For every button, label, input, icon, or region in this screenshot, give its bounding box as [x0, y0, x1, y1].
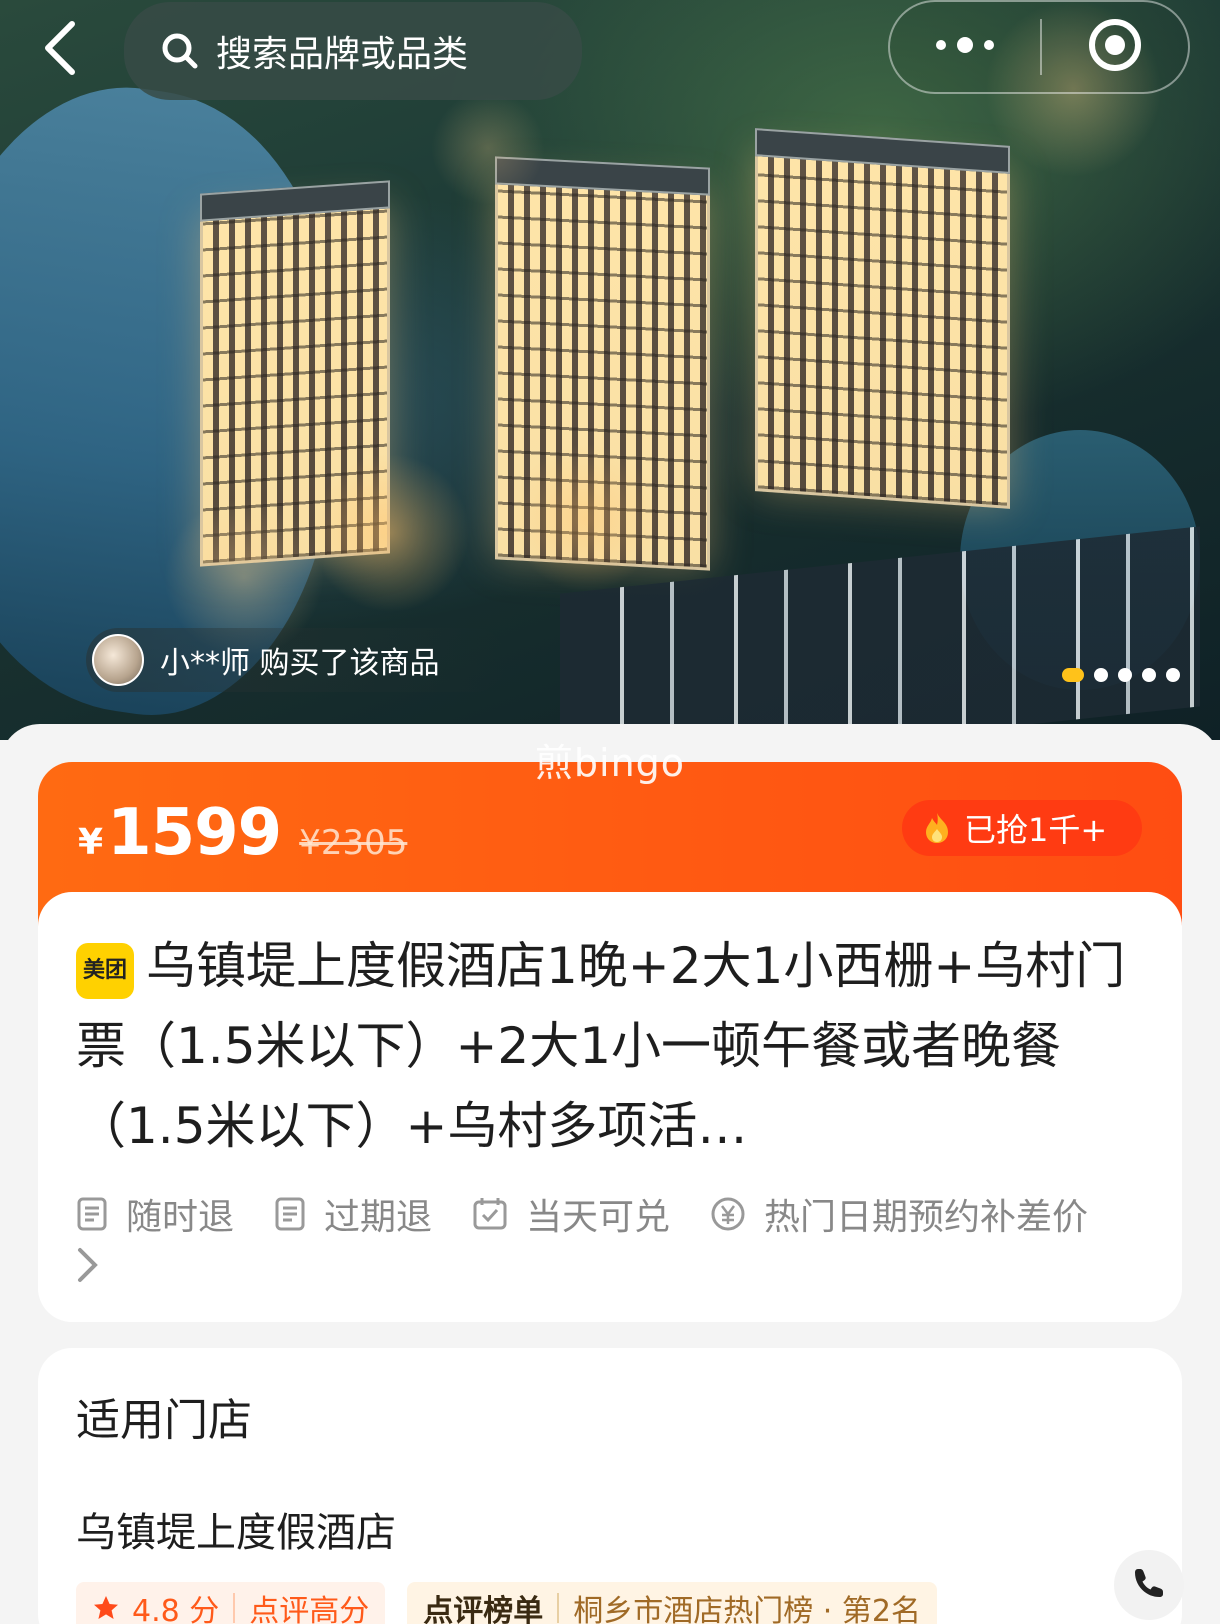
currency-symbol: ¥: [78, 822, 104, 863]
chevron-right-icon[interactable]: [76, 1246, 100, 1284]
calendar-check-icon: [472, 1196, 508, 1232]
watermark: 煎bingo: [534, 741, 686, 785]
carousel-dot[interactable]: [1094, 668, 1108, 682]
tag-refund-expired: 过期退: [274, 1188, 432, 1240]
current-price: 1599: [107, 796, 282, 870]
tag-label: 随时退: [126, 1197, 235, 1238]
tag-same-day: 当天可兑: [472, 1188, 670, 1240]
more-button[interactable]: [890, 2, 1040, 92]
tag-label: 过期退: [324, 1197, 433, 1238]
more-dots-icon: [933, 35, 997, 59]
product-title-text: 乌镇堤上度假酒店1晚+2大1小西栅+乌村门票（1.5米以下）+2大1小一顿午餐或…: [76, 937, 1126, 1155]
recent-buyer-text: 小**师 购买了该商品: [160, 646, 440, 681]
product-card: ¥ 1599 ¥2305 已抢1千+ 美团 乌镇堤上度假酒店1晚+2大1小西栅+乌…: [38, 762, 1182, 1322]
tag-label: 热门日期预约补差价: [764, 1197, 1089, 1238]
call-button[interactable]: [1114, 1550, 1184, 1620]
search-input[interactable]: 搜索品牌或品类: [124, 2, 582, 100]
price-row: ¥ 1599 ¥2305: [78, 796, 407, 870]
rating-score: 4.8 分: [132, 1594, 220, 1624]
tag-refund-anytime: 随时退: [76, 1188, 234, 1240]
rank-label: 点评榜单: [423, 1594, 544, 1624]
product-info: 美团 乌镇堤上度假酒店1晚+2大1小西栅+乌村门票（1.5米以下）+2大1小一顿午…: [38, 892, 1182, 1322]
brand-badge: 美团: [76, 943, 134, 999]
chip-divider: [557, 1593, 560, 1623]
rating-badge: 4.8 分 点评高分: [76, 1582, 386, 1624]
chip-divider: [233, 1593, 236, 1623]
receipt-icon: [274, 1196, 306, 1232]
star-icon: [92, 1594, 120, 1622]
store-card: 适用门店 乌镇堤上度假酒店 4.8 分 点评高分 点评榜单 桐乡市酒店热门榜 ·…: [38, 1348, 1182, 1624]
store-meta: 4.8 分 点评高分 点评榜单 桐乡市酒店热门榜 · 第2名: [76, 1582, 1144, 1624]
carousel-indicator: [1062, 668, 1180, 682]
rating-label: 点评高分: [249, 1594, 370, 1624]
search-icon: [160, 31, 200, 71]
original-price: ¥2305: [299, 823, 408, 863]
recent-buyer-bubble: 小**师 购买了该商品: [86, 628, 506, 692]
search-placeholder: 搜索品牌或品类: [216, 34, 469, 75]
chevron-left-icon: [40, 20, 80, 80]
rank-text: 桐乡市酒店热门榜 · 第2名: [573, 1594, 921, 1624]
product-title: 美团 乌镇堤上度假酒店1晚+2大1小西栅+乌村门票（1.5米以下）+2大1小一顿午…: [76, 926, 1144, 1166]
fire-icon: [924, 811, 950, 845]
phone-icon: [1132, 1566, 1166, 1604]
store-name[interactable]: 乌镇堤上度假酒店: [76, 1500, 1144, 1558]
tag-price-diff: 热门日期预约补差价: [710, 1188, 1088, 1240]
sold-count-text: 已抢1千+: [964, 811, 1108, 849]
avatar: [92, 634, 144, 686]
mini-program-capsule: [888, 0, 1190, 94]
yen-coin-icon: [710, 1196, 746, 1232]
service-tags[interactable]: 随时退 过期退 当天可兑 热门日期预约补差价: [76, 1188, 1144, 1284]
close-button[interactable]: [1042, 2, 1188, 92]
tag-label: 当天可兑: [526, 1197, 671, 1238]
sold-count-badge: 已抢1千+: [902, 800, 1142, 856]
receipt-icon: [76, 1196, 108, 1232]
carousel-dot[interactable]: [1142, 668, 1156, 682]
carousel-dot[interactable]: [1166, 668, 1180, 682]
rank-badge[interactable]: 点评榜单 桐乡市酒店热门榜 · 第2名: [407, 1582, 937, 1624]
target-circle-icon: [1087, 17, 1143, 77]
back-button[interactable]: [30, 20, 90, 80]
carousel-dot[interactable]: [1062, 668, 1084, 682]
carousel-dot[interactable]: [1118, 668, 1132, 682]
section-title: 适用门店: [76, 1395, 252, 1446]
